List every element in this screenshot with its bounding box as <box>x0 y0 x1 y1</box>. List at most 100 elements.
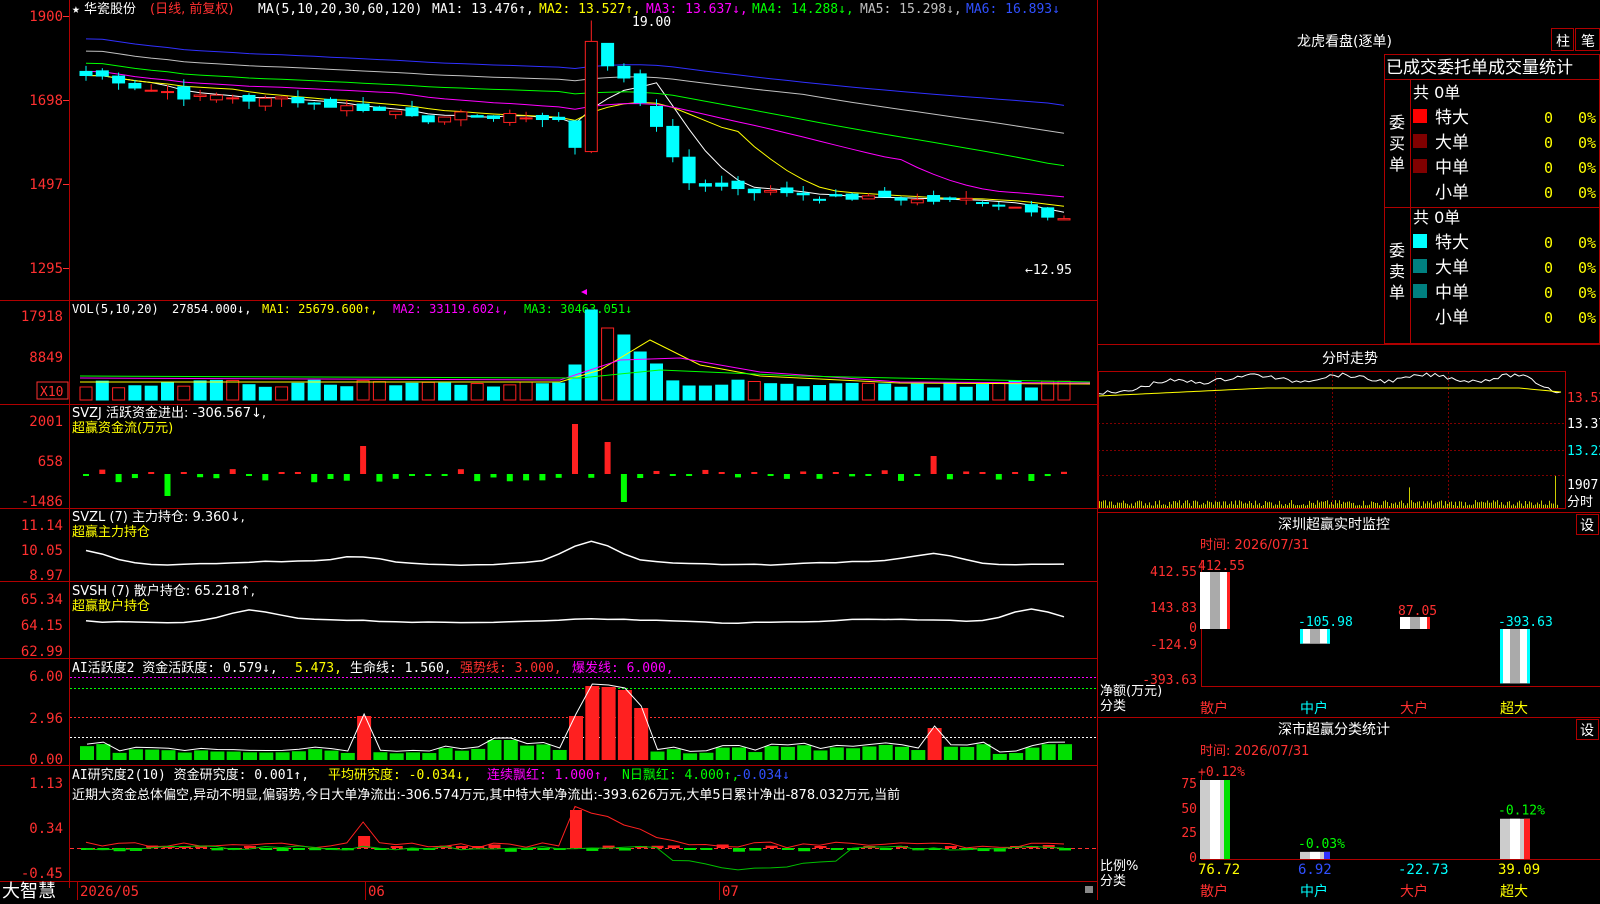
candle[interactable] <box>633 69 647 107</box>
aiyj-bar <box>765 845 778 848</box>
candle[interactable] <box>177 79 191 106</box>
candle[interactable] <box>959 191 973 205</box>
stats-bar-edge <box>1324 851 1330 859</box>
aihy-bar <box>340 752 355 760</box>
svzj-bar <box>751 472 758 474</box>
candle[interactable] <box>356 97 370 113</box>
svzj-y-axis: 2001 658 -1486 <box>21 414 63 510</box>
candle[interactable] <box>927 190 941 205</box>
candle[interactable] <box>943 196 957 203</box>
candle[interactable] <box>601 42 615 71</box>
candle[interactable] <box>519 111 533 123</box>
candle[interactable] <box>1008 206 1022 209</box>
stats-settings-label[interactable]: 设 <box>1580 723 1594 739</box>
candle[interactable] <box>845 192 859 201</box>
candle[interactable] <box>796 186 810 201</box>
aihy-bar <box>275 752 290 760</box>
svzj-panel[interactable]: SVZJ 活跃资金进出: -306.567↓, 超赢资金流(万元) 2001 6… <box>21 405 1067 510</box>
ai-research-panel[interactable]: AI研究度2(10) 资金研究度: 0.001↑, 平均研究度: -0.034↓… <box>21 767 1097 882</box>
candle[interactable] <box>144 84 158 92</box>
candle[interactable] <box>421 115 435 125</box>
candle[interactable] <box>1057 215 1071 221</box>
lhb-row: 大单 0 0% <box>1413 133 1596 153</box>
svzl-panel[interactable]: SVZL (7) 主力持仓: 9.360↓, 超赢主力持仓 11.14 10.0… <box>21 510 1065 584</box>
aiyj-bar <box>488 844 501 848</box>
intraday-price-tick: 13.37 <box>1567 417 1600 432</box>
candle[interactable] <box>454 109 468 127</box>
candle[interactable] <box>666 119 680 163</box>
ai-activity-panel[interactable]: AI活跃度2 资金活跃度: 0.579↓, 5.473, 生命线: 1.560,… <box>29 660 1097 768</box>
candle[interactable] <box>487 115 500 122</box>
aiyj-bar <box>879 848 892 851</box>
aihy-bar <box>960 746 975 760</box>
candle[interactable] <box>95 68 109 80</box>
volume-bar <box>128 385 142 401</box>
candle[interactable] <box>275 96 289 107</box>
candles[interactable] <box>79 20 1071 221</box>
chart-workspace[interactable]: ★ 华瓷股份 (日线, 前复权) MA(5,10,20,30,60,120) M… <box>0 0 1600 902</box>
candle[interactable] <box>715 175 729 191</box>
aihy-bar <box>324 750 339 760</box>
candle[interactable] <box>682 149 696 190</box>
svzj-bar <box>229 469 236 474</box>
aihy-life-line: 生命线: 1.560, <box>350 660 452 676</box>
stats-panel[interactable]: 深市超赢分类统计 设 时间: 2026/07/31 75 50 25 0 +0.12%… <box>1100 719 1600 901</box>
candle[interactable] <box>894 196 908 206</box>
svsh-panel[interactable]: SVSH (7) 散户持仓: 65.218↑, 超赢散户持仓 65.34 64.… <box>21 583 1065 660</box>
volume-bar <box>992 382 1006 401</box>
candle[interactable] <box>568 120 582 155</box>
candle[interactable] <box>389 110 403 120</box>
lhb-row: 特大 0 0% <box>1413 108 1596 128</box>
monitor-bar: -393.63 <box>1498 615 1553 684</box>
candle[interactable] <box>470 114 484 118</box>
candle[interactable] <box>698 179 712 192</box>
monitor-settings-label[interactable]: 设 <box>1580 518 1594 534</box>
stats-time: 时间: 2026/07/31 <box>1200 744 1309 759</box>
candle[interactable] <box>307 102 321 110</box>
intraday-vol-unit: 分时 <box>1567 495 1593 510</box>
candle[interactable] <box>324 97 337 108</box>
candle[interactable] <box>910 193 924 206</box>
intraday-panel[interactable]: 分时走势 13.52 13.37 13.22 1907 分时 <box>1098 351 1600 510</box>
lhb-row-name: 小单 <box>1435 308 1469 328</box>
x-axis: 大智慧 2026/05 06 07 <box>2 881 1093 902</box>
volume-panel[interactable]: VOL(5,10,20) 27854.000↓, MA1: 25679.600↑… <box>21 302 1091 401</box>
lhb-tick-label[interactable]: 笔 <box>1581 34 1595 50</box>
candle[interactable] <box>291 90 305 108</box>
stats-bar: -0.12% 39.09 <box>1498 804 1545 878</box>
candle[interactable] <box>747 188 761 201</box>
candle[interactable] <box>193 89 207 101</box>
candle[interactable] <box>552 112 566 122</box>
monitor-bar-edge <box>1527 629 1530 684</box>
lhb-panel[interactable]: 龙虎看盘(逐单) 柱 笔 已成交委托单成交量统计 委 买 单 委 卖 单 共 0… <box>1297 28 1600 344</box>
candle[interactable] <box>242 93 256 109</box>
lhb-row-name: 特大 <box>1435 233 1469 253</box>
candle[interactable] <box>79 65 93 81</box>
sell-label-2: 卖 <box>1389 262 1405 281</box>
monitor-bar-value: 87.05 <box>1398 604 1437 619</box>
candle[interactable] <box>438 116 452 125</box>
monitor-panel[interactable]: 深圳超赢实时监控 设 时间: 2026/07/31 412.55 143.83 0 -… <box>1100 514 1600 718</box>
monitor-y-tick: 143.83 <box>1150 601 1197 616</box>
aiyj-bar <box>830 848 843 850</box>
candle[interactable] <box>878 187 892 198</box>
stats-bar-value: 39.09 <box>1498 862 1540 878</box>
candle[interactable] <box>584 20 598 154</box>
lhb-bar-label[interactable]: 柱 <box>1556 34 1570 50</box>
kline-panel[interactable]: ★ 华瓷股份 (日线, 前复权) MA(5,10,20,30,60,120) M… <box>29 1 1072 295</box>
candle[interactable] <box>764 185 778 196</box>
candle[interactable] <box>976 201 989 207</box>
candle[interactable] <box>535 112 549 128</box>
candle[interactable] <box>992 201 1006 211</box>
aihy-bar <box>194 750 209 760</box>
candle[interactable] <box>503 109 517 126</box>
stats-category: 超大 <box>1500 884 1528 900</box>
candle[interactable] <box>780 181 794 197</box>
candle[interactable] <box>1041 207 1055 221</box>
candle[interactable] <box>731 176 745 196</box>
candle[interactable] <box>617 63 631 83</box>
candle[interactable] <box>405 100 419 117</box>
volume-bar <box>780 383 794 401</box>
aihy-bar <box>878 744 893 760</box>
candle[interactable] <box>813 196 826 204</box>
